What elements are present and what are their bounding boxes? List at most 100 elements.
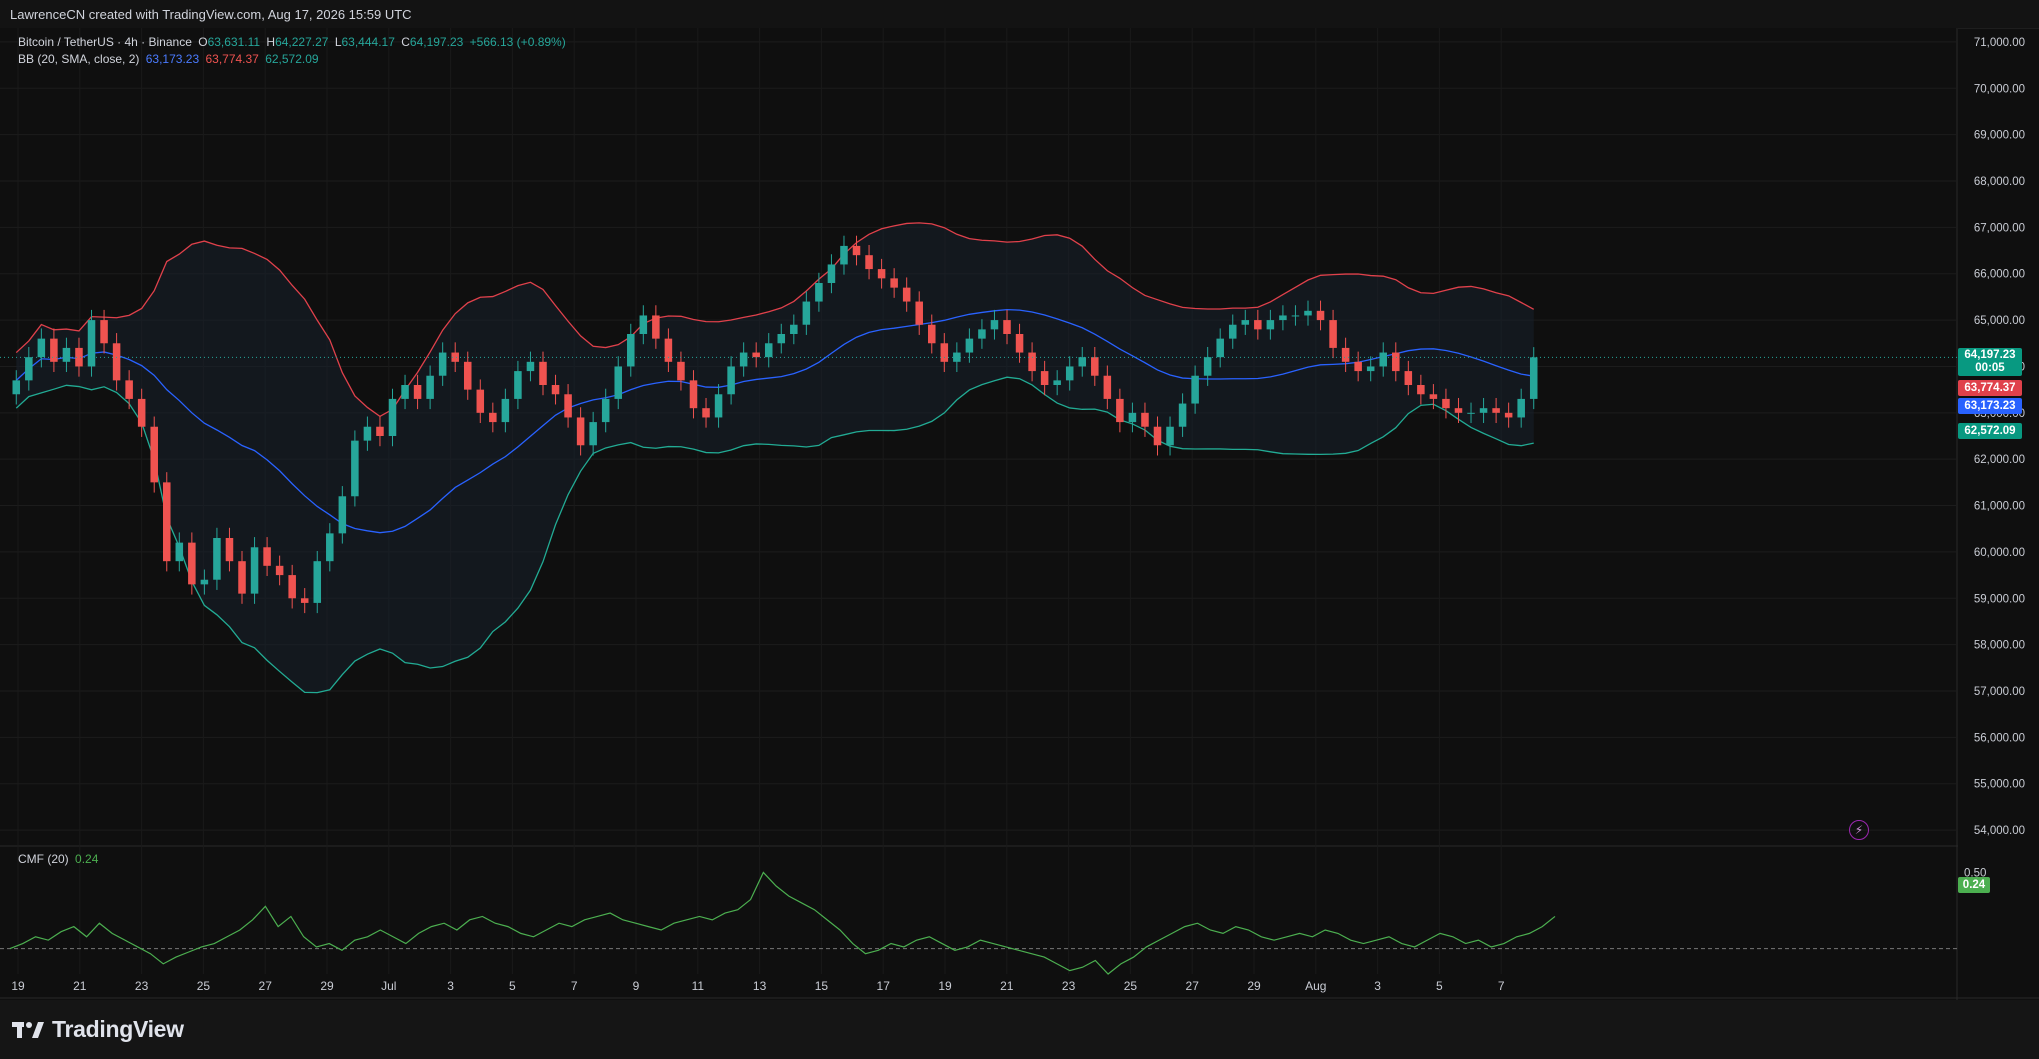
candle-body bbox=[1153, 426, 1162, 446]
candle-body bbox=[376, 426, 384, 436]
candle-body bbox=[438, 352, 447, 376]
last-price-value: 64,197.23 bbox=[1964, 349, 2016, 361]
candle-body bbox=[1304, 310, 1312, 316]
x-tick-label: Aug bbox=[1305, 979, 1326, 993]
tradingview-logo[interactable]: TradingView bbox=[12, 1016, 184, 1043]
candle-body bbox=[1103, 375, 1112, 399]
candle-body bbox=[915, 301, 923, 325]
candle-body bbox=[1492, 408, 1500, 413]
candle-body bbox=[25, 357, 33, 381]
candle-body bbox=[1078, 357, 1087, 367]
close-value: 64,197.23 bbox=[409, 35, 464, 49]
x-tick-label: 29 bbox=[320, 979, 334, 993]
candle-body bbox=[1442, 398, 1450, 409]
candle-body bbox=[388, 398, 397, 436]
candle-body bbox=[300, 598, 309, 603]
y-tick-label: 61,000.00 bbox=[1974, 501, 2025, 513]
candle-body bbox=[639, 315, 648, 334]
candle-body bbox=[1529, 357, 1538, 399]
candle-body bbox=[702, 408, 710, 418]
candle-body bbox=[1040, 371, 1049, 385]
chart-canvas[interactable]: 71,000.00 70,000.00 69,000.00 68,000.00 67,0… bbox=[0, 28, 2039, 1000]
candle-body bbox=[877, 269, 886, 279]
candle-body bbox=[601, 398, 610, 423]
candle-body bbox=[1178, 403, 1187, 427]
y-tick-label: 59,000.00 bbox=[1974, 593, 2025, 605]
bar-countdown: 00:05 bbox=[1975, 362, 2005, 374]
candle-body bbox=[62, 347, 71, 362]
candle-body bbox=[426, 375, 434, 399]
candle-body bbox=[150, 426, 158, 483]
candle-body bbox=[413, 385, 422, 399]
candle-body bbox=[764, 343, 773, 358]
candle-body bbox=[1203, 357, 1212, 376]
candle-body bbox=[589, 422, 597, 446]
x-tick-label: 13 bbox=[753, 979, 767, 993]
low-label: L bbox=[334, 35, 342, 49]
candle-body bbox=[326, 533, 334, 562]
x-tick-label: 19 bbox=[11, 979, 25, 993]
footer-bar bbox=[0, 1000, 2039, 1059]
cmf-label[interactable]: CMF (20) bbox=[18, 852, 69, 866]
candle-body bbox=[1254, 320, 1262, 330]
candle-body bbox=[288, 575, 296, 599]
candle-body bbox=[125, 380, 133, 399]
candle-body bbox=[1467, 412, 1475, 414]
candle-body bbox=[902, 287, 911, 302]
candle-body bbox=[1341, 347, 1350, 362]
candle-body bbox=[852, 245, 861, 256]
x-tick-label: 9 bbox=[633, 979, 640, 993]
basis-tag: 63,173.23 bbox=[1958, 398, 2022, 414]
cmf-value: 0.24 bbox=[75, 852, 99, 866]
candle-body bbox=[1141, 412, 1149, 427]
candle-body bbox=[501, 398, 510, 423]
candle-body bbox=[137, 398, 146, 427]
candle-body bbox=[1053, 380, 1061, 385]
candle-body bbox=[689, 380, 698, 409]
x-tick-label: 21 bbox=[1000, 979, 1014, 993]
symbol-legend: Bitcoin / TetherUS · 4h · Binance O63,63… bbox=[18, 35, 569, 49]
alert-button[interactable]: ⚡ bbox=[1849, 820, 1869, 840]
bb-label[interactable]: BB (20, SMA, close, 2) bbox=[18, 52, 139, 66]
candle-body bbox=[1517, 398, 1525, 418]
candle-body bbox=[1266, 320, 1275, 330]
candle-body bbox=[263, 547, 271, 566]
candle-body bbox=[990, 320, 999, 330]
candle-body bbox=[1091, 357, 1099, 376]
candle-body bbox=[1116, 398, 1124, 423]
candle-body bbox=[401, 385, 409, 399]
last-price-tag: 64,197.23 00:05 bbox=[1958, 348, 2022, 376]
candle-body bbox=[1454, 408, 1463, 413]
candle-body bbox=[1191, 375, 1199, 404]
candle-body bbox=[1429, 394, 1438, 399]
logo-text: TradingView bbox=[52, 1016, 184, 1042]
candle-body bbox=[576, 417, 585, 446]
candle-body bbox=[476, 389, 485, 413]
candle-body bbox=[489, 412, 497, 423]
candle-body bbox=[790, 324, 798, 334]
candle-body bbox=[275, 565, 284, 576]
symbol-name[interactable]: Bitcoin / TetherUS · 4h · Binance bbox=[18, 35, 192, 49]
y-tick-label: 71,000.00 bbox=[1974, 37, 2025, 49]
low-value: 63,444.17 bbox=[341, 35, 395, 49]
y-tick-label: 68,000.00 bbox=[1974, 176, 2025, 188]
candle-body bbox=[1279, 315, 1287, 321]
bb-lower-value: 62,572.09 bbox=[265, 52, 319, 66]
x-tick-label: 11 bbox=[692, 979, 705, 993]
candle-body bbox=[1015, 334, 1024, 353]
candle-body bbox=[526, 361, 535, 372]
candle-body bbox=[1291, 315, 1300, 317]
candle-body bbox=[87, 320, 96, 367]
y-tick-label: 60,000.00 bbox=[1974, 547, 2025, 559]
x-tick-label: 7 bbox=[571, 979, 578, 993]
attribution-text: LawrenceCN created with TradingView.com,… bbox=[10, 7, 412, 22]
candle-body bbox=[551, 385, 560, 395]
x-tick-label: 5 bbox=[1436, 979, 1443, 993]
candle-body bbox=[200, 579, 209, 585]
candle-body bbox=[777, 334, 786, 344]
x-tick-label: 25 bbox=[197, 979, 211, 993]
x-tick-label: 7 bbox=[1498, 979, 1505, 993]
y-tick-label: 70,000.00 bbox=[1974, 83, 2025, 95]
x-tick-label: 19 bbox=[938, 979, 952, 993]
candle-body bbox=[1216, 338, 1224, 358]
